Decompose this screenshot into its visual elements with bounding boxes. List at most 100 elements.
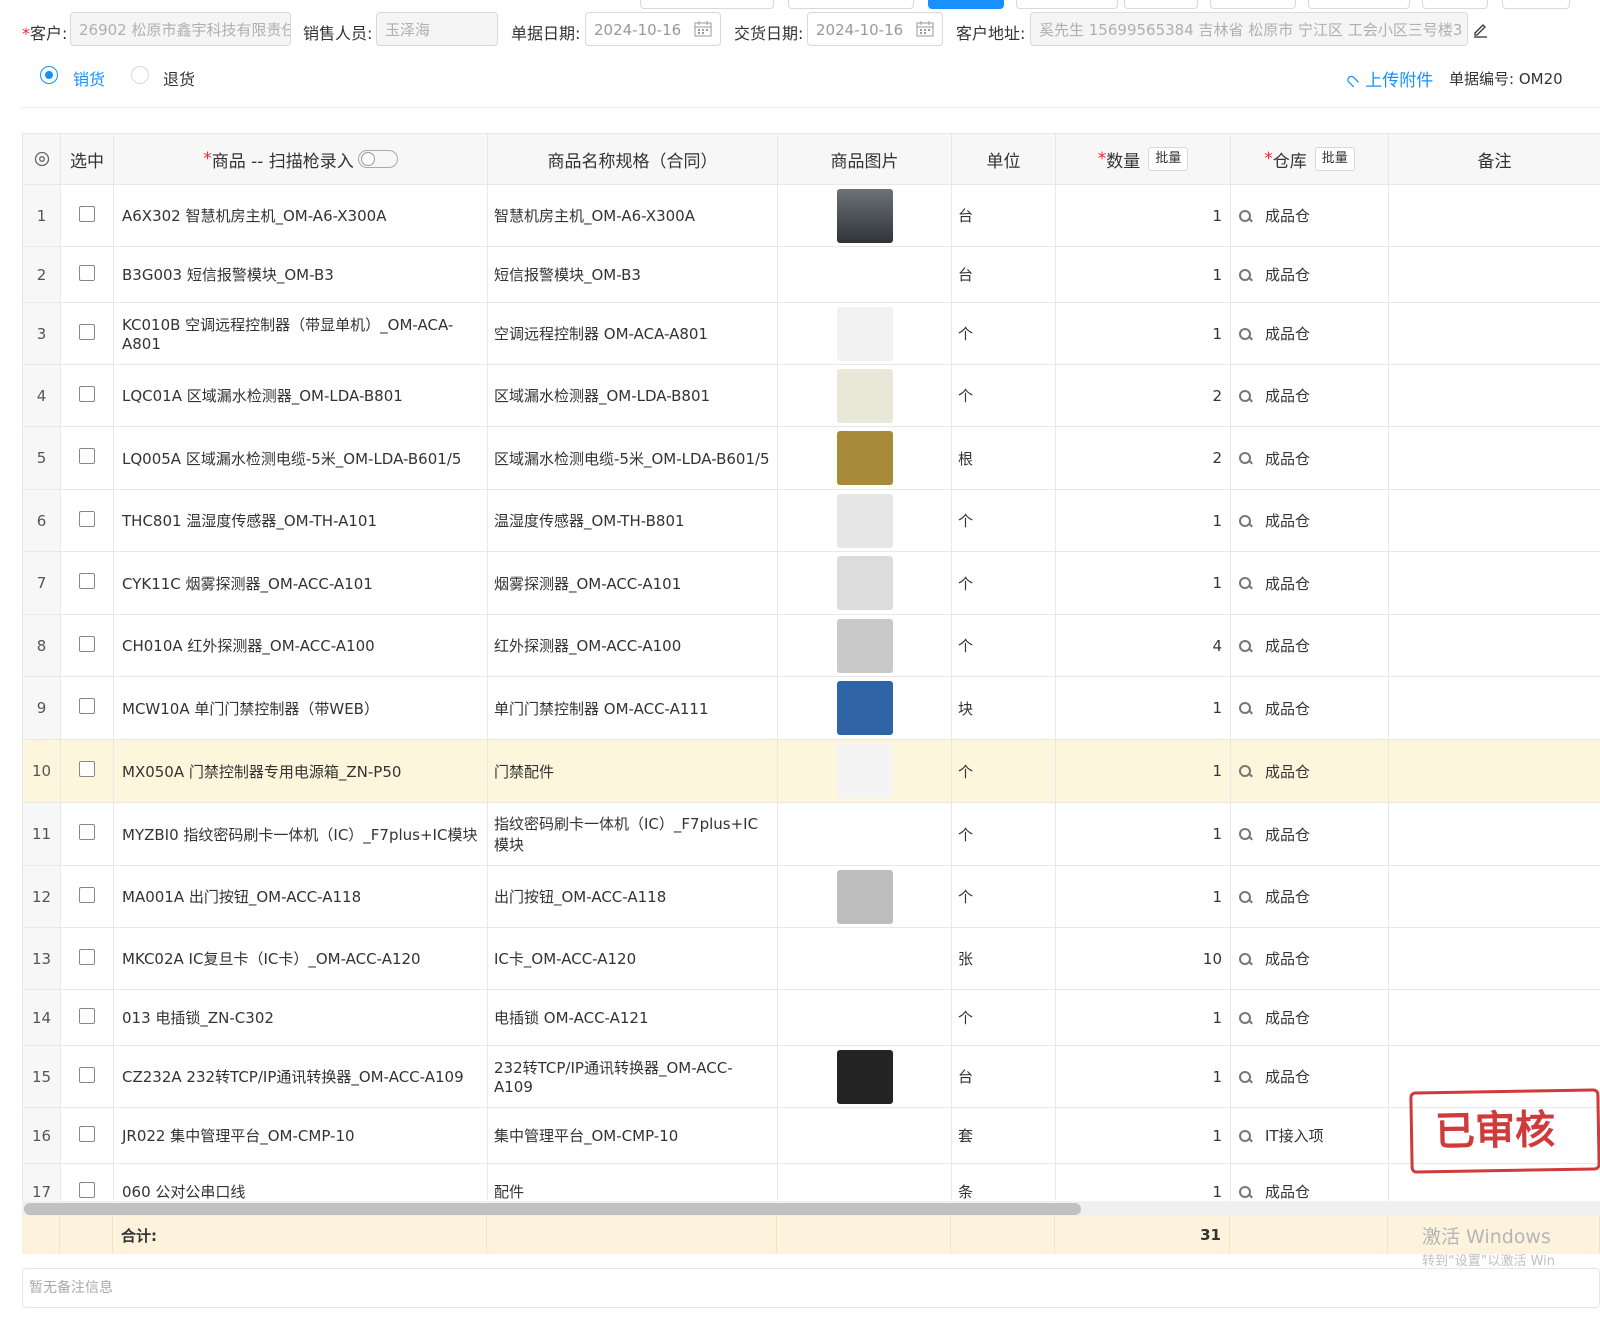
row-select[interactable] [61, 677, 114, 739]
table-row[interactable]: 13 MKC02A IC复旦卡（IC卡）_OM-ACC-A120 IC卡_OM-AC… [23, 928, 1600, 990]
warehouse-cell[interactable]: 成品仓 [1231, 552, 1389, 614]
note-cell[interactable] [1389, 552, 1600, 614]
qty-cell[interactable]: 1 [1056, 803, 1231, 865]
product-cell[interactable]: CH010A 红外探测器_OM-ACC-A100 [114, 615, 488, 676]
product-cell[interactable]: CYK11C 烟雾探测器_OM-ACC-A101 [114, 552, 488, 614]
row-select[interactable] [61, 928, 114, 989]
scrollbar-thumb[interactable] [24, 1203, 1081, 1215]
product-cell[interactable]: JR022 集中管理平台_OM-CMP-10 [114, 1108, 488, 1163]
search-icon[interactable] [1239, 514, 1251, 527]
search-icon[interactable] [1239, 765, 1251, 777]
row-checkbox[interactable] [79, 385, 95, 402]
row-checkbox[interactable] [79, 635, 95, 652]
note-cell[interactable] [1389, 365, 1600, 426]
row-select[interactable] [61, 247, 114, 302]
table-row[interactable]: 4 LQC01A 区域漏水检测器_OM-LDA-B801 区域漏水检测器_OM-LD… [23, 365, 1600, 427]
customer-field[interactable]: 26902 松原市鑫宇科技有限责任 [70, 12, 291, 46]
warehouse-cell[interactable]: 成品仓 [1231, 303, 1389, 364]
note-cell[interactable] [1389, 990, 1600, 1045]
table-row[interactable]: 14 013 电插锁_ZN-C302 电插锁 OM-ACC-A121 个 1 成品仓 [23, 990, 1600, 1046]
row-select[interactable] [61, 1046, 114, 1107]
warehouse-cell[interactable]: 成品仓 [1231, 677, 1389, 739]
table-row[interactable]: 12 MA001A 出门按钮_OM-ACC-A118 出门按钮_OM-ACC-A11… [23, 866, 1600, 928]
search-icon[interactable] [1239, 890, 1251, 903]
return-radio[interactable] [131, 66, 149, 84]
product-cell[interactable]: MX050A 门禁控制器专用电源箱_ZN-P50 [114, 740, 488, 802]
product-cell[interactable]: MA001A 出门按钮_OM-ACC-A118 [114, 866, 488, 927]
table-row[interactable]: 11 MYZBI0 指纹密码刷卡一体机（IC）_F7plus+IC模块 指纹密码刷卡… [23, 803, 1600, 866]
note-cell[interactable] [1389, 185, 1600, 246]
top-tab[interactable] [1502, 0, 1570, 9]
search-icon[interactable] [1239, 452, 1251, 464]
table-row[interactable]: 6 THC801 温湿度传感器_OM-TH-A101 温湿度传感器_OM-TH-B8… [23, 490, 1600, 552]
table-row[interactable]: 9 MCW10A 单门门禁控制器（带WEB） 单门门禁控制器 OM-ACC-A111… [23, 677, 1600, 740]
qty-cell[interactable]: 1 [1056, 990, 1231, 1045]
qty-cell[interactable]: 1 [1056, 303, 1231, 364]
top-tab[interactable] [1210, 0, 1296, 9]
warehouse-cell[interactable]: 成品仓 [1231, 990, 1389, 1045]
table-row[interactable]: 10 MX050A 门禁控制器专用电源箱_ZN-P50 门禁配件 个 1 成品仓 [23, 740, 1600, 803]
search-icon[interactable] [1239, 389, 1251, 402]
product-cell[interactable]: MKC02A IC复旦卡（IC卡）_OM-ACC-A120 [114, 928, 488, 989]
search-icon[interactable] [1239, 952, 1251, 965]
search-icon[interactable] [1239, 1011, 1251, 1024]
qty-cell[interactable]: 1 [1056, 490, 1231, 551]
warehouse-cell[interactable]: 成品仓 [1231, 185, 1389, 246]
horizontal-scrollbar[interactable] [22, 1201, 1600, 1217]
top-tab-active[interactable] [928, 0, 1004, 9]
product-cell[interactable]: CZ232A 232转TCP/IP通讯转换器_OM-ACC-A109 [114, 1046, 488, 1107]
row-select[interactable] [61, 615, 114, 676]
row-checkbox[interactable] [79, 886, 95, 903]
row-checkbox[interactable] [79, 761, 95, 777]
search-icon[interactable] [1239, 577, 1251, 589]
row-select[interactable] [61, 185, 114, 246]
warehouse-cell[interactable]: 成品仓 [1231, 365, 1389, 426]
search-icon[interactable] [1239, 268, 1251, 281]
delivery-date-field[interactable]: 2024-10-16 [807, 12, 943, 46]
qty-cell[interactable]: 2 [1056, 365, 1231, 426]
calendar-icon[interactable] [916, 21, 934, 37]
row-select[interactable] [61, 490, 114, 551]
row-checkbox[interactable] [79, 510, 95, 527]
search-icon[interactable] [1239, 1129, 1251, 1142]
table-row[interactable]: 5 LQ005A 区域漏水检测电缆-5米_OM-LDA-B601/5 区域漏水检测电… [23, 427, 1600, 490]
top-tab[interactable] [788, 0, 914, 9]
top-tab[interactable] [1016, 0, 1118, 9]
row-select[interactable] [61, 552, 114, 614]
calendar-icon[interactable] [694, 21, 712, 37]
qty-cell[interactable]: 1 [1056, 677, 1231, 739]
return-radio-label[interactable]: 退货 [163, 66, 195, 90]
warehouse-cell[interactable]: 成品仓 [1231, 615, 1389, 676]
table-row[interactable]: 1 A6X302 智慧机房主机_OM-A6-X300A 智慧机房主机_OM-A6-X… [23, 185, 1600, 247]
table-row[interactable]: 15 CZ232A 232转TCP/IP通讯转换器_OM-ACC-A109 232转… [23, 1046, 1600, 1108]
remark-field[interactable]: 暂无备注信息 [22, 1268, 1600, 1308]
top-tab[interactable] [640, 0, 774, 9]
qty-cell[interactable]: 4 [1056, 615, 1231, 676]
qty-cell[interactable]: 1 [1056, 247, 1231, 302]
salesperson-field[interactable]: 玉泽海 [376, 12, 498, 46]
qty-cell[interactable]: 2 [1056, 427, 1231, 489]
top-tab[interactable] [1308, 0, 1410, 9]
search-icon[interactable] [1239, 828, 1251, 840]
warehouse-cell[interactable]: 成品仓 [1231, 740, 1389, 802]
scan-toggle[interactable] [357, 150, 398, 168]
settings-icon[interactable] [34, 151, 50, 167]
row-select[interactable] [61, 740, 114, 802]
note-cell[interactable] [1389, 928, 1600, 989]
warehouse-cell[interactable]: 成品仓 [1231, 427, 1389, 489]
product-cell[interactable]: MCW10A 单门门禁控制器（带WEB） [114, 677, 488, 739]
table-row[interactable]: 3 KC010B 空调远程控制器（带显单机）_OM-ACA-A801 空调远程控制器… [23, 303, 1600, 365]
warehouse-cell[interactable]: IT接入项 [1231, 1108, 1389, 1163]
product-cell[interactable]: THC801 温湿度传感器_OM-TH-A101 [114, 490, 488, 551]
row-select[interactable] [61, 866, 114, 927]
row-checkbox[interactable] [79, 323, 95, 340]
row-select[interactable] [61, 990, 114, 1045]
product-cell[interactable]: MYZBI0 指纹密码刷卡一体机（IC）_F7plus+IC模块 [114, 803, 488, 865]
note-cell[interactable] [1389, 677, 1600, 739]
edit-icon[interactable] [1472, 22, 1488, 38]
search-icon[interactable] [1239, 1070, 1251, 1083]
sale-radio-label[interactable]: 销货 [73, 66, 105, 90]
qty-cell[interactable]: 1 [1056, 185, 1231, 246]
search-icon[interactable] [1239, 327, 1251, 340]
warehouse-cell[interactable]: 成品仓 [1231, 866, 1389, 927]
